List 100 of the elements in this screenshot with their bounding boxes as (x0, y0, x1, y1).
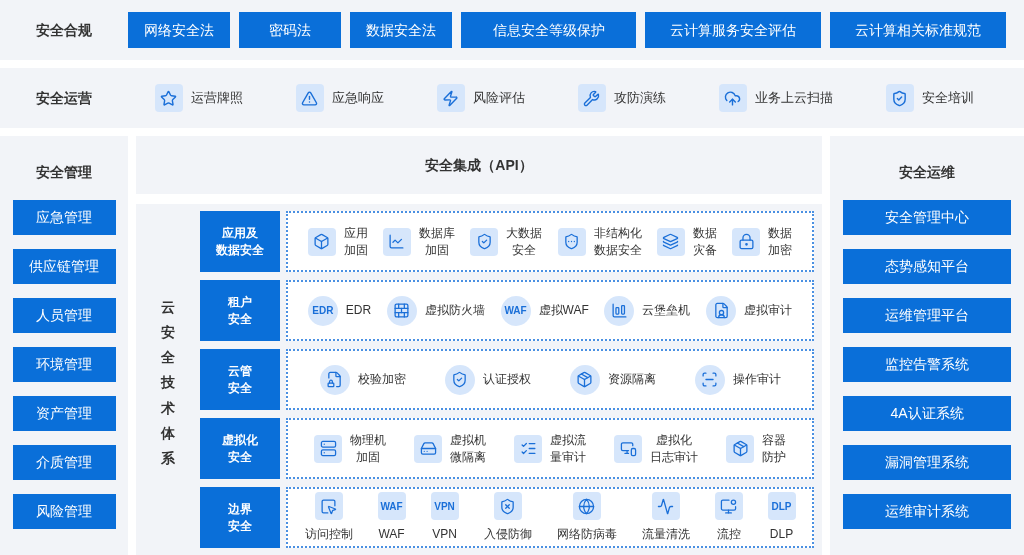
item-label: EDR (345, 302, 372, 319)
item-label: 流控 (716, 526, 741, 543)
monitor-icon (614, 434, 642, 463)
vertical-title: 云安全技术体系 (161, 297, 175, 468)
item-label: 虚拟防火墙 (424, 302, 485, 319)
operation-label: 应急响应 (331, 89, 384, 108)
cloud-upload-icon (718, 84, 747, 112)
category-button[interactable]: 密码法 (239, 12, 341, 48)
category-button[interactable]: 安全管理中心 (843, 200, 1011, 235)
item-label: 网络防病毒 (556, 526, 617, 543)
item-label: 容器 (762, 431, 786, 449)
category-button[interactable]: 态势感知平台 (843, 249, 1011, 284)
category-button[interactable]: 风险管理 (12, 494, 116, 529)
item-label: 资源隔离 (607, 371, 656, 388)
item-label: 安全 (512, 241, 537, 259)
category-button[interactable]: 供应链管理 (12, 249, 116, 284)
globe-icon (572, 492, 601, 520)
server-icon (314, 434, 342, 463)
category-button[interactable]: 人员管理 (12, 298, 116, 333)
item-label: 应用 (343, 224, 368, 242)
category-button[interactable]: 应急管理 (12, 200, 116, 235)
item-label: 数据安全 (593, 241, 642, 259)
scan-icon (694, 364, 725, 395)
operation-label: 攻防演练 (613, 89, 666, 108)
category-button[interactable]: 运维管理平台 (843, 298, 1011, 333)
layer-label-line: 云管 (228, 362, 252, 380)
wrench-icon (577, 84, 606, 112)
layer-label-line: 安全 (228, 448, 252, 466)
item-label: 微隔离 (450, 448, 486, 466)
item-label: 虚拟化 (656, 431, 692, 449)
operation-label: 业务上云扫描 (754, 89, 833, 108)
item-label: 校验加密 (357, 371, 406, 388)
item-label: DLP (769, 526, 794, 543)
badge-icon: WAF (377, 492, 406, 520)
item-label: 虚拟流 (550, 431, 586, 449)
item-label: 日志审计 (650, 448, 698, 466)
badge-icon: EDR (307, 295, 338, 326)
document-user-icon (706, 295, 737, 326)
layer-label-line: 安全 (228, 517, 252, 535)
category-button[interactable]: 运维审计系统 (843, 494, 1011, 529)
category-button[interactable]: 监控告警系统 (843, 347, 1011, 382)
shield-icon (493, 492, 522, 520)
item-label: 加固 (343, 241, 368, 259)
item-label: 数据 (692, 224, 717, 242)
operation-label: 风险评估 (472, 89, 525, 108)
document-lock-icon (319, 364, 350, 395)
category-button[interactable]: 云计算相关标准规范 (830, 12, 1006, 48)
layer-label-line: 数据安全 (216, 241, 264, 259)
category-button[interactable]: 云计算服务安全评估 (645, 12, 821, 48)
badge-icon: WAF (500, 295, 531, 326)
category-button[interactable]: 资产管理 (12, 396, 116, 431)
item-label: 加固 (356, 448, 380, 466)
shield-check-icon (470, 227, 499, 256)
pulse-icon (651, 492, 680, 520)
item-label: 防护 (762, 448, 786, 466)
item-label: 认证授权 (482, 371, 531, 388)
item-label: 物理机 (350, 431, 386, 449)
item-label: 操作审计 (732, 371, 781, 388)
item-label: 虚拟WAF (538, 302, 589, 319)
item-label: 加密 (768, 241, 793, 259)
item-label: 数据 (768, 224, 793, 242)
shield-icon (557, 227, 586, 256)
item-label: 量审计 (550, 448, 586, 466)
section-title: 安全集成（API） (425, 155, 533, 175)
category-button[interactable]: 漏洞管理系统 (843, 445, 1011, 480)
lightning-icon (436, 84, 465, 112)
shield-check-icon (885, 84, 914, 112)
category-button[interactable]: 环境管理 (12, 347, 116, 382)
layer-label-line: 安全 (228, 379, 252, 397)
layer-label-line: 安全 (228, 310, 252, 328)
section-title: 安全合规 (35, 20, 93, 40)
category-button[interactable]: 数据安全法 (350, 12, 452, 48)
item-label: 虚拟审计 (744, 302, 793, 319)
section-title: 安全运维 (899, 163, 955, 182)
category-button[interactable]: 网络安全法 (128, 12, 230, 48)
item-label: 数据库 (419, 224, 455, 242)
shield-check-icon (444, 364, 475, 395)
warning-icon (295, 84, 324, 112)
badge-icon: DLP (767, 492, 796, 520)
cursor-icon (314, 492, 343, 520)
layer-label-line: 应用及 (222, 224, 258, 242)
bar-chart-icon (604, 295, 635, 326)
item-label: 访问控制 (304, 526, 353, 543)
storage-icon (414, 434, 442, 463)
package-icon (726, 434, 754, 463)
monitor-icon (714, 492, 743, 520)
brick-shield-icon (386, 295, 417, 326)
cube-icon (307, 227, 336, 256)
item-label: VPN (432, 526, 457, 543)
package-icon (569, 364, 600, 395)
section-title: 安全管理 (36, 163, 92, 182)
item-label: 灾备 (692, 241, 717, 259)
item-label: 云堡垒机 (642, 302, 691, 319)
badge-icon: VPN (430, 492, 459, 520)
category-button[interactable]: 介质管理 (12, 445, 116, 480)
chart-icon (383, 227, 411, 256)
operation-label: 运营牌照 (190, 89, 243, 108)
category-button[interactable]: 信息安全等级保护 (461, 12, 636, 48)
category-button[interactable]: 4A认证系统 (843, 396, 1011, 431)
item-label: WAF (378, 526, 405, 543)
